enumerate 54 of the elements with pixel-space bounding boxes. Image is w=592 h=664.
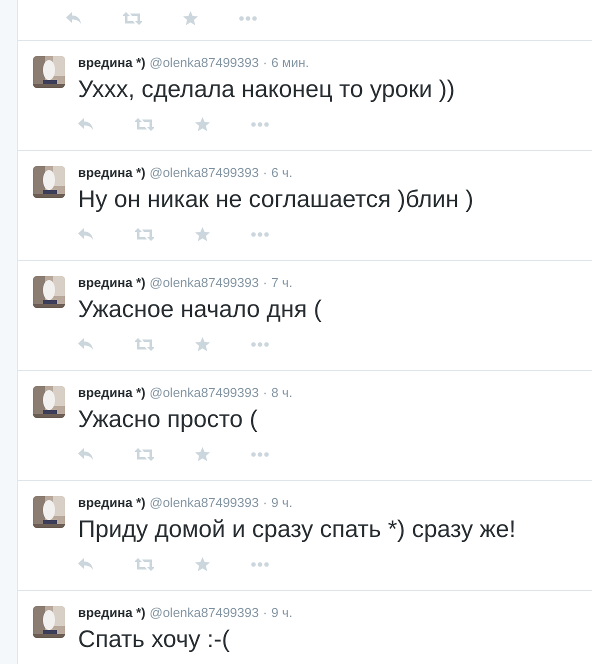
separator: ·: [262, 165, 268, 181]
more-icon[interactable]: [251, 122, 269, 126]
reply-icon[interactable]: [78, 117, 94, 131]
retweet-icon[interactable]: [135, 338, 154, 350]
reply-icon[interactable]: [78, 227, 94, 241]
user-name[interactable]: вредина *): [78, 385, 146, 401]
separator: ·: [262, 385, 268, 401]
user-handle[interactable]: @olenka87499393: [150, 165, 259, 181]
tweet-text: Ужасно просто (: [78, 405, 259, 435]
user-handle[interactable]: @olenka87499393: [150, 275, 259, 291]
retweet-icon[interactable]: [135, 448, 154, 460]
star-icon[interactable]: [195, 336, 210, 352]
retweet-icon[interactable]: [135, 118, 154, 130]
timestamp[interactable]: 7 ч.: [271, 275, 292, 291]
user-handle[interactable]: @olenka87499393: [150, 385, 259, 401]
star-icon[interactable]: [195, 556, 210, 572]
tweet-text: Спать хочу :-(: [78, 625, 231, 655]
more-icon[interactable]: [251, 232, 269, 236]
timestamp[interactable]: 9 ч.: [271, 495, 292, 511]
reply-icon[interactable]: [78, 337, 94, 351]
retweet-icon[interactable]: [123, 12, 142, 24]
timestamp[interactable]: 6 ч.: [271, 165, 292, 181]
user-name[interactable]: вредина *): [78, 275, 146, 291]
tweet-text: Ну он никак не соглашается )блин ): [78, 185, 474, 215]
separator: ·: [262, 55, 268, 71]
star-icon[interactable]: [195, 226, 210, 242]
more-icon[interactable]: [251, 342, 269, 346]
reply-icon[interactable]: [78, 447, 94, 461]
timestamp[interactable]: 6 мин.: [271, 55, 310, 71]
user-name[interactable]: вредина *): [78, 55, 146, 71]
tweet-text: Уххх, сделала наконец то уроки )): [78, 75, 456, 105]
timestamp[interactable]: 9 ч.: [271, 605, 292, 621]
tweet-text: Ужасное начало дня (: [78, 295, 323, 325]
more-icon[interactable]: [239, 16, 257, 20]
retweet-icon[interactable]: [135, 558, 154, 570]
user-handle[interactable]: @olenka87499393: [150, 605, 259, 621]
user-handle[interactable]: @olenka87499393: [150, 495, 259, 511]
user-name[interactable]: вредина *): [78, 605, 146, 621]
star-icon[interactable]: [183, 10, 198, 26]
reply-icon[interactable]: [66, 11, 82, 25]
user-handle[interactable]: @olenka87499393: [150, 55, 259, 71]
more-icon[interactable]: [251, 562, 269, 566]
reply-icon[interactable]: [78, 557, 94, 571]
retweet-icon[interactable]: [135, 228, 154, 240]
star-icon[interactable]: [195, 446, 210, 462]
user-name[interactable]: вредина *): [78, 495, 146, 511]
timestamp[interactable]: 8 ч.: [271, 385, 292, 401]
separator: ·: [262, 605, 268, 621]
separator: ·: [262, 275, 268, 291]
more-icon[interactable]: [251, 452, 269, 456]
tweet-text: Приду домой и сразу спать *) сразу же!: [78, 515, 517, 545]
separator: ·: [262, 495, 268, 511]
user-name[interactable]: вредина *): [78, 165, 146, 181]
star-icon[interactable]: [195, 116, 210, 132]
